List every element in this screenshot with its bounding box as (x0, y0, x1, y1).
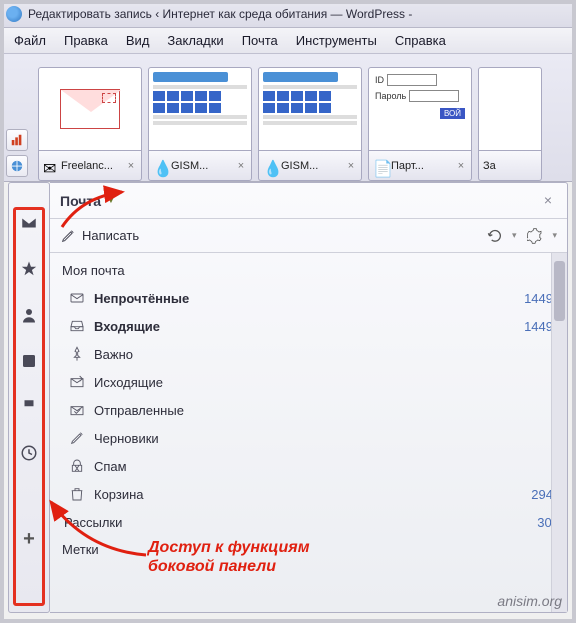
sidebar: + (8, 182, 50, 613)
panel-title: Почта (60, 193, 101, 209)
compose-icon (60, 228, 76, 244)
tab-gismeteo-2[interactable]: 💧 GISM... × (258, 67, 362, 181)
panel-globe-button[interactable] (6, 155, 28, 177)
folder-label: Черновики (94, 431, 553, 446)
draft-icon (68, 429, 86, 447)
tab-close-button[interactable]: × (345, 160, 357, 172)
folder-outgoing[interactable]: Исходящие (64, 368, 561, 396)
folder-spam[interactable]: Спам (64, 452, 561, 480)
menu-bar: Файл Правка Вид Закладки Почта Инструмен… (0, 28, 576, 54)
folder-pin[interactable]: Важно (64, 340, 561, 368)
tab-gismeteo-1[interactable]: 💧 GISM... × (148, 67, 252, 181)
refresh-button[interactable] (484, 225, 506, 247)
mail-icon: ✉ (43, 159, 57, 173)
menu-mail[interactable]: Почта (234, 31, 286, 50)
tab-thumbnail: ID Пароль ВОЙ (368, 67, 472, 151)
folder-label: Спам (94, 459, 553, 474)
opera-icon (6, 6, 22, 22)
compose-label: Написать (82, 228, 139, 243)
inbox-icon (68, 317, 86, 335)
menu-view[interactable]: Вид (118, 31, 158, 50)
sidebar-item-add[interactable]: + (17, 527, 41, 551)
tab-extra[interactable]: За (478, 67, 542, 181)
mail-panel: Почта ▼ × Написать ▾ ▾ Моя почта Непрочт… (50, 182, 568, 613)
folder-count: 1449 (524, 291, 553, 306)
tab-thumbnail (38, 67, 142, 151)
panel-close-button[interactable]: × (539, 192, 557, 210)
refresh-dropdown-icon[interactable]: ▾ (512, 230, 517, 241)
tab-close-button[interactable]: × (235, 160, 247, 172)
tab-label: Парт... (391, 160, 451, 172)
folder-label: Исходящие (94, 375, 553, 390)
folder-area: Моя почта Непрочтённые 1449 Входящие 1449 Ва… (50, 253, 567, 612)
sidebar-item-history[interactable] (17, 441, 41, 465)
folder-label: Входящие (94, 319, 516, 334)
doc-icon: 📄 (373, 159, 387, 173)
menu-tools[interactable]: Инструменты (288, 31, 385, 50)
menu-help[interactable]: Справка (387, 31, 454, 50)
tab-partner[interactable]: ID Пароль ВОЙ 📄 Парт... × (368, 67, 472, 181)
folder-envelope[interactable]: Непрочтённые 1449 (64, 284, 561, 312)
settings-dropdown-icon[interactable]: ▾ (552, 230, 557, 241)
folder-label: Непрочтённые (94, 291, 516, 306)
tab-thumbnail (478, 67, 542, 151)
pin-icon (68, 345, 86, 363)
login-id-input[interactable] (387, 74, 437, 86)
sidebar-item-star[interactable] (17, 257, 41, 281)
panel-chart-button[interactable] (6, 129, 28, 151)
tab-label: Freelanc... (61, 160, 121, 172)
compose-button[interactable]: Написать (60, 228, 139, 244)
section-mailings-label: Рассылки (64, 515, 529, 530)
login-id-label: ID (375, 75, 384, 85)
compose-toolbar: Написать ▾ ▾ (50, 219, 567, 253)
folder-sent[interactable]: Отправленные (64, 396, 561, 424)
scrollbar[interactable] (551, 253, 567, 612)
outgoing-icon (68, 373, 86, 391)
spam-icon (68, 457, 86, 475)
tab-freelance[interactable]: ✉ Freelanc... × (38, 67, 142, 181)
window-titlebar: Редактировать запись ‹ Интернет как сред… (0, 0, 576, 28)
menu-edit[interactable]: Правка (56, 31, 116, 50)
sidebar-item-downloads[interactable] (17, 395, 41, 419)
tab-label: За (483, 160, 537, 172)
menu-file[interactable]: Файл (6, 31, 54, 50)
sidebar-item-user[interactable] (17, 303, 41, 327)
folder-count: 1449 (524, 319, 553, 334)
envelope-icon (68, 289, 86, 307)
section-labels[interactable]: Метки (50, 536, 567, 563)
tab-label: GISM... (281, 160, 341, 172)
section-mailings[interactable]: Рассылки 304 (50, 508, 567, 536)
sidebar-item-mail[interactable] (17, 211, 41, 235)
menu-bookmarks[interactable]: Закладки (159, 31, 231, 50)
tab-thumbnail (148, 67, 252, 151)
tab-strip: ✉ Freelanc... × 💧 GISM... × (0, 54, 576, 182)
panel-title-dropdown-icon[interactable]: ▼ (106, 195, 116, 206)
login-button[interactable]: ВОЙ (440, 108, 465, 119)
section-my-mail[interactable]: Моя почта (50, 253, 567, 284)
panel-header: Почта ▼ × (50, 183, 567, 219)
weather-icon: 💧 (153, 159, 167, 173)
folder-label: Корзина (94, 487, 523, 502)
settings-button[interactable] (524, 225, 546, 247)
folder-inbox[interactable]: Входящие 1449 (64, 312, 561, 340)
scrollbar-thumb[interactable] (554, 261, 565, 321)
folder-label: Отправленные (94, 403, 553, 418)
weather-icon: 💧 (263, 159, 277, 173)
login-pw-label: Пароль (375, 91, 406, 101)
window-title: Редактировать запись ‹ Интернет как сред… (28, 7, 412, 21)
watermark: anisim.org (497, 593, 562, 609)
tab-label: GISM... (171, 160, 231, 172)
folder-count: 294 (531, 487, 553, 502)
sent-icon (68, 401, 86, 419)
sidebar-item-note[interactable] (17, 349, 41, 373)
tab-thumbnail (258, 67, 362, 151)
folder-draft[interactable]: Черновики (64, 424, 561, 452)
trash-icon (68, 485, 86, 503)
login-pw-input[interactable] (409, 90, 459, 102)
folder-trash[interactable]: Корзина 294 (64, 480, 561, 508)
tab-close-button[interactable]: × (125, 160, 137, 172)
folder-label: Важно (94, 347, 553, 362)
tab-close-button[interactable]: × (455, 160, 467, 172)
